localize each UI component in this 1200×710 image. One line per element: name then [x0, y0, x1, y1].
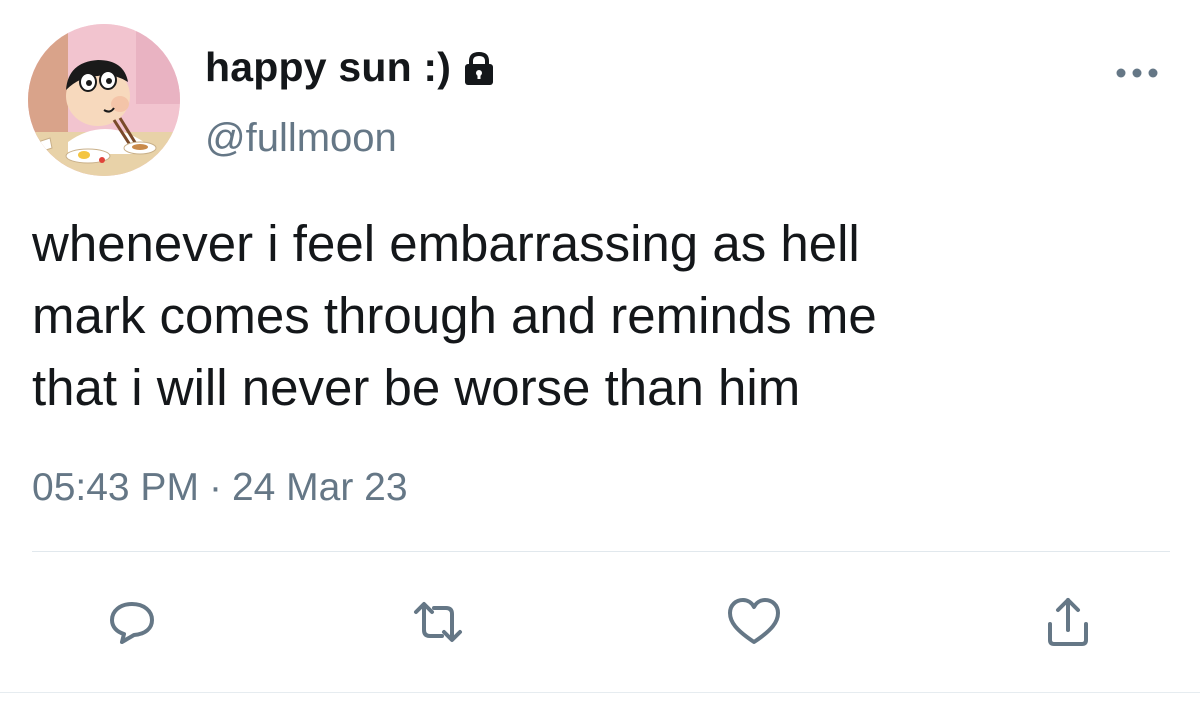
tweet-text: whenever i feel embarrassing as hell mar… [32, 215, 877, 416]
tweet: happy sun :) @fullmoon whenever i feel e… [0, 0, 1200, 710]
display-name[interactable]: happy sun :) [205, 44, 451, 91]
reply-button[interactable] [100, 590, 164, 654]
retweet-button[interactable] [406, 590, 470, 654]
reply-icon [110, 602, 154, 644]
lock-icon [461, 47, 497, 87]
tweet-timestamp[interactable]: 05:43 PM · 24 Mar 23 [32, 466, 408, 510]
like-button[interactable] [722, 590, 786, 654]
more-options-button[interactable] [1112, 58, 1162, 88]
username-handle[interactable]: @fullmoon [205, 116, 397, 161]
tweet-date: 24 Mar 23 [231, 466, 408, 509]
divider [32, 551, 1170, 552]
share-icon [1048, 598, 1088, 646]
divider-bottom [0, 692, 1200, 693]
avatar[interactable] [28, 24, 180, 176]
tweet-time: 05:43 PM [32, 466, 199, 509]
meta-separator: · [208, 466, 222, 509]
retweet-icon [414, 602, 462, 642]
display-name-row: happy sun :) [205, 40, 497, 94]
action-bar [0, 590, 1200, 654]
share-button[interactable] [1036, 590, 1100, 654]
more-horizontal-icon [1116, 68, 1158, 78]
heart-icon [728, 598, 780, 644]
